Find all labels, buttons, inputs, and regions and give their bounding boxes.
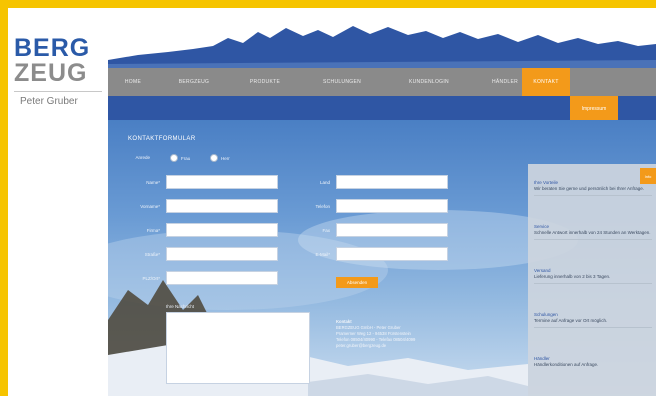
subnav-item-impressum[interactable]: Impressum	[570, 96, 618, 122]
nav-item-kontakt[interactable]: KONTAKT	[522, 68, 570, 96]
nav-item-kundenlogin[interactable]: KUNDENLOGIN	[384, 68, 474, 96]
mountain-banner-image	[108, 26, 656, 68]
plz-ort-field[interactable]	[166, 271, 278, 285]
land-field[interactable]	[336, 175, 448, 189]
logo-divider	[14, 91, 102, 92]
logo-text-berg: BERG	[14, 34, 91, 62]
message-label: Ihre Nachricht	[166, 304, 195, 309]
firma-field[interactable]	[166, 223, 278, 237]
contact-info: Kontakt BERGZEUG GmbH - Peter Gruber Pra…	[336, 319, 446, 349]
faq-item: Schulungen Termine auf Anfrage vor Ort m…	[534, 312, 652, 328]
nav-item-schulungen[interactable]: SCHULUNGEN	[300, 68, 384, 96]
firma-label: Firma*	[146, 228, 160, 233]
contact-content: KONTAKTFORMULAR Anrede Frau Herr Name* V…	[108, 120, 656, 396]
name-field[interactable]	[166, 175, 278, 189]
email-label: E-Mail*	[315, 252, 330, 257]
faq-item: Händler Händlerkonditionen auf Anfrage.	[534, 356, 599, 367]
nav-item-home[interactable]: HOME	[108, 68, 158, 96]
land-label: Land	[319, 180, 330, 185]
logo-owner-name: Peter Gruber	[20, 96, 78, 107]
submit-button[interactable]: Absenden	[336, 277, 378, 288]
telefon-field[interactable]	[336, 199, 448, 213]
email-field[interactable]	[336, 247, 448, 261]
strasse-field[interactable]	[166, 247, 278, 261]
faq-item: Versand Lieferung innerhalb von 2 bis 3 …	[534, 268, 652, 284]
strasse-label: Straße*	[144, 252, 160, 257]
side-panel-tab[interactable]: Info	[640, 168, 656, 184]
telefon-label: Telefon	[315, 204, 330, 209]
plz-ort-label: PLZ/Ort*	[142, 276, 160, 281]
main-nav: HOME BERGZEUG PRODUKTE SCHULUNGEN KUNDEN…	[108, 68, 656, 96]
radio-herr-label: Herr	[221, 156, 230, 161]
radio-frau[interactable]	[170, 154, 178, 162]
page: BERG ZEUG Peter Gruber HOME BERGZEUG PRO…	[8, 8, 656, 396]
message-textarea[interactable]	[166, 312, 310, 384]
logo-text-zeug: ZEUG	[14, 59, 88, 87]
fax-field[interactable]	[336, 223, 448, 237]
logo[interactable]: BERG ZEUG Peter Gruber	[8, 8, 108, 396]
faq-item: Ihre Vorteile Wir beraten Sie gerne und …	[534, 180, 652, 196]
form-title: KONTAKTFORMULAR	[128, 136, 196, 142]
contact-email-link[interactable]: peter.gruber@bergzeug.de	[336, 343, 446, 349]
radio-frau-label: Frau	[181, 156, 191, 161]
fax-label: Fax	[322, 228, 330, 233]
vorname-field[interactable]	[166, 199, 278, 213]
sub-nav: Impressum	[108, 96, 656, 122]
nav-item-bergzeug[interactable]: BERGZEUG	[158, 68, 230, 96]
info-side-panel: Ihre Vorteile Wir beraten Sie gerne und …	[528, 164, 656, 396]
salutation-label: Anrede	[135, 155, 150, 160]
vorname-label: Vorname*	[140, 204, 160, 209]
faq-item: Service Schnelle Antwort innerhalb von 2…	[534, 224, 652, 240]
nav-item-produkte[interactable]: PRODUKTE	[230, 68, 300, 96]
name-label: Name*	[146, 180, 160, 185]
radio-herr[interactable]	[210, 154, 218, 162]
